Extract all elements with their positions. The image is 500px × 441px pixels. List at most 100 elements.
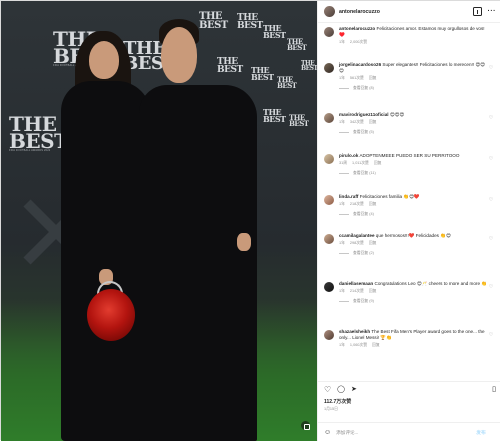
comment-text: que hermosos!!!❤️ Felicidades 👏😍 [375, 233, 451, 238]
comment-icon[interactable]: ◯ [337, 386, 345, 393]
comment-age: 1年 [339, 289, 345, 294]
backdrop-logo: THE BEST [263, 107, 286, 124]
reply-button[interactable]: 回复 [369, 202, 377, 207]
view-replies-button[interactable]: 查看回复 (8) [339, 86, 489, 91]
comment-likes[interactable]: 561次赞 [350, 76, 364, 81]
avatar[interactable] [324, 154, 334, 164]
list-item: mavirodriguez11oficial 😍😍😍 1年 342次赞 回复 查看回… [324, 112, 494, 135]
likes-count[interactable]: 112.7万次赞 [324, 398, 351, 405]
comment-username[interactable]: daniellasemaan [339, 281, 373, 286]
heart-icon[interactable]: ♡ [488, 284, 494, 290]
avatar[interactable] [324, 330, 334, 340]
avatar[interactable] [324, 234, 334, 244]
avatar[interactable] [324, 282, 334, 292]
reply-button[interactable]: 回复 [374, 161, 382, 166]
backdrop-logo: THE BEST [199, 11, 228, 31]
caption: antonelarocuzzo Felicitaciones amor. Est… [324, 26, 494, 45]
backdrop-logo: THE BEST [287, 37, 307, 52]
comment-likes[interactable]: 1,060次赞 [350, 343, 367, 348]
backdrop-logo: THE BEST [301, 60, 317, 73]
avatar[interactable] [324, 113, 334, 123]
download-icon[interactable] [472, 7, 482, 16]
woman-figure [61, 81, 151, 441]
comment-age: 31周 [339, 161, 348, 166]
list-item: daniellasemaan Congratulations Leo 😍🥂 ch… [324, 281, 494, 304]
paper-plane-icon[interactable]: ➤ [351, 386, 357, 393]
post-comment-button[interactable]: 发布 [476, 429, 486, 436]
avatar[interactable] [324, 27, 334, 37]
backdrop-logo: THE BEST [289, 113, 309, 128]
comment-username[interactable]: linda.raff [339, 194, 358, 199]
backdrop-logo: THE BEST [237, 13, 263, 31]
view-replies-button[interactable]: 查看回复 (5) [339, 130, 489, 135]
bookmark-icon[interactable]: ▯ [492, 386, 496, 393]
list-item: shazaelsheikh The Best Fifa Men's Player… [324, 329, 494, 348]
comment-age: 1年 [339, 120, 345, 125]
view-replies-button[interactable]: 查看回复 (4) [339, 212, 489, 217]
comment-age: 1年 [339, 76, 345, 81]
view-replies-button[interactable]: 查看回复 (2) [339, 251, 489, 256]
comment-username[interactable]: pirulo.ok [339, 153, 358, 158]
reply-button[interactable]: 回复 [369, 120, 377, 125]
post-author-username[interactable]: antonelarocuzzo [339, 9, 473, 15]
comment-username[interactable]: mavirodriguez11oficial [339, 112, 389, 117]
comment-text: ADOPTENMEEE PUEDO SER SU PERRITOOO [359, 153, 460, 158]
man-face [161, 27, 197, 83]
view-replies-button[interactable]: 查看回复 (11) [339, 171, 489, 176]
reply-button[interactable]: 回复 [369, 289, 377, 294]
comment-age: 1年 [339, 40, 345, 45]
heart-icon[interactable]: ♡ [488, 65, 494, 71]
comment-likes[interactable]: 1,011次赞 [352, 161, 369, 166]
comment-text: 😍😍😍 [389, 112, 405, 117]
backdrop-logo: THEBESTFIFA FOOTBALL AWARDS 2022 [9, 112, 69, 153]
post-dialog: THEBESTFIFA FOOTBALL AWARDS 2022 THEBEST… [0, 0, 500, 441]
post-actions: ♡ ◯ ➤ ▯ [318, 381, 500, 397]
heart-icon[interactable]: ♡ [488, 236, 494, 242]
avatar[interactable] [324, 6, 335, 17]
woman-face [89, 41, 119, 79]
comment-username[interactable]: shazaelsheikh [339, 329, 370, 334]
comment-username[interactable]: ccamilagalantee [339, 233, 375, 238]
rose-handbag [87, 289, 135, 341]
comment-likes[interactable]: 2,000次赞 [350, 40, 367, 45]
heart-icon[interactable]: ♡ [488, 115, 494, 121]
heart-icon[interactable]: ♡ [488, 332, 494, 338]
comment-likes[interactable]: 342次赞 [350, 120, 364, 125]
reply-button[interactable]: 回复 [372, 343, 380, 348]
backdrop-logo: THE BEST [277, 75, 297, 90]
post-side-panel: antonelarocuzzo ··· antonelarocuzzo Feli… [317, 1, 500, 441]
view-replies-button[interactable]: 查看回复 (9) [339, 299, 489, 304]
comment-likes[interactable]: 214次赞 [350, 289, 364, 294]
list-item: jorgelinacardoso26 Super elegantes!! Fel… [324, 62, 494, 91]
comment-age: 1年 [339, 343, 345, 348]
heart-icon[interactable]: ♡ [324, 385, 331, 394]
post-photo[interactable]: THEBESTFIFA FOOTBALL AWARDS 2022 THEBEST… [1, 1, 317, 441]
heart-icon[interactable]: ♡ [488, 197, 494, 203]
add-comment-bar: ☺ 发布 [318, 422, 500, 441]
comment-likes[interactable]: 298次赞 [350, 241, 364, 246]
man-hand [237, 233, 251, 251]
list-item: linda.raff Felicitaciones familia 👏😍❤️ 1… [324, 194, 494, 217]
comment-likes[interactable]: 218次赞 [350, 202, 364, 207]
list-item: pirulo.ok ADOPTENMEEE PUEDO SER SU PERRI… [324, 153, 494, 176]
more-options-button[interactable]: ··· [488, 8, 497, 15]
heart-icon[interactable]: ♡ [488, 156, 494, 162]
smiley-icon[interactable]: ☺ [324, 429, 331, 436]
reply-button[interactable]: 回复 [369, 76, 377, 81]
man-suit [139, 85, 257, 441]
backdrop-logo: THE BEST [263, 23, 286, 40]
post-header: antonelarocuzzo ··· [318, 1, 500, 23]
comment-username[interactable]: jorgelinacardoso26 [339, 62, 381, 67]
comment-text: Congratulations Leo 😍🥂 cheers to more an… [374, 281, 488, 286]
reply-button[interactable]: 回复 [369, 241, 377, 246]
comment-age: 1年 [339, 202, 345, 207]
comment-input[interactable] [336, 429, 477, 435]
post-date: 1月15日 [324, 407, 338, 411]
avatar[interactable] [324, 63, 334, 73]
comments-list[interactable]: antonelarocuzzo Felicitaciones amor. Est… [318, 26, 500, 378]
comment-text: Felicitaciones familia 👏😍❤️ [359, 194, 420, 199]
tag-icon[interactable] [301, 421, 310, 430]
avatar[interactable] [324, 195, 334, 205]
comment-age: 1年 [339, 241, 345, 246]
comment-username[interactable]: antonelarocuzzo [339, 26, 375, 31]
